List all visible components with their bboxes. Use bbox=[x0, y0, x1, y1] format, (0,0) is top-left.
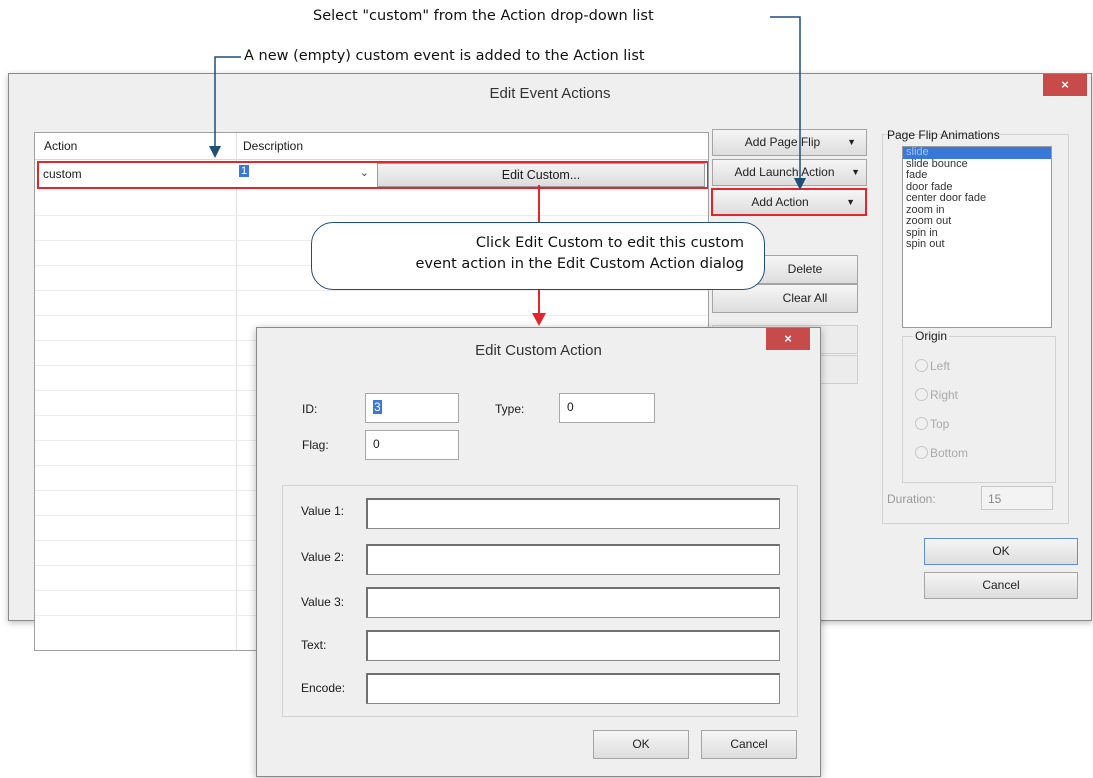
flag-label: Flag: bbox=[302, 438, 329, 452]
value-3-field[interactable] bbox=[366, 587, 780, 618]
column-header-action[interactable]: Action bbox=[44, 139, 77, 153]
dialog-close-button[interactable]: × bbox=[766, 328, 810, 350]
id-value: 3 bbox=[373, 400, 382, 414]
duration-input: 15 bbox=[981, 486, 1053, 510]
grid-header: Action Description bbox=[35, 133, 708, 160]
action-cell: custom bbox=[43, 167, 82, 181]
clear-all-label: Clear All bbox=[782, 291, 828, 305]
add-page-flip-label: Add Page Flip bbox=[744, 135, 821, 149]
grid-line bbox=[35, 215, 708, 216]
ok-button[interactable]: OK bbox=[924, 538, 1078, 565]
list-item[interactable]: slide bbox=[903, 146, 1051, 159]
description-combo[interactable]: 1 ⌄ bbox=[237, 164, 375, 184]
caret-down-icon: ▼ bbox=[847, 137, 856, 147]
text-field[interactable] bbox=[366, 630, 780, 661]
add-page-flip-button[interactable]: Add Page Flip ▼ bbox=[712, 129, 867, 156]
flag-field[interactable]: 0 bbox=[365, 430, 459, 460]
column-divider bbox=[236, 133, 237, 650]
type-field[interactable]: 0 bbox=[559, 393, 655, 423]
annotation-select-custom: Select "custom" from the Action drop-dow… bbox=[313, 8, 654, 24]
list-item[interactable]: spin out bbox=[903, 238, 1051, 251]
list-item[interactable]: fade bbox=[903, 169, 1051, 182]
type-label: Type: bbox=[495, 402, 525, 416]
column-header-description[interactable]: Description bbox=[243, 139, 303, 153]
grid-line bbox=[35, 315, 708, 316]
value-2-field[interactable] bbox=[366, 544, 780, 575]
list-item[interactable]: zoom out bbox=[903, 215, 1051, 228]
page-flip-list[interactable]: slide slide bounce fade door fade center… bbox=[902, 146, 1052, 328]
description-value: 1 bbox=[239, 165, 250, 177]
radio-left[interactable]: Left bbox=[915, 359, 950, 373]
add-action-button[interactable]: Add Action ▼ bbox=[711, 188, 867, 216]
edit-custom-button[interactable]: Edit Custom... bbox=[377, 163, 705, 187]
dialog-cancel-button[interactable]: Cancel bbox=[701, 730, 797, 759]
encode-field[interactable] bbox=[366, 673, 780, 704]
origin-label: Origin bbox=[913, 329, 950, 343]
text-label: Text: bbox=[301, 638, 327, 652]
duration-label: Duration: bbox=[887, 492, 936, 506]
value-1-field[interactable] bbox=[366, 498, 780, 529]
callout-line-2: event action in the Edit Custom Action d… bbox=[415, 256, 744, 272]
table-row[interactable]: custom 1 ⌄ Edit Custom... bbox=[37, 161, 708, 189]
id-field[interactable]: 3 bbox=[365, 393, 459, 423]
encode-label: Encode: bbox=[301, 681, 346, 695]
window-close-button[interactable]: × bbox=[1043, 74, 1087, 96]
callout-line-1: Click Edit Custom to edit this custom bbox=[475, 235, 744, 251]
dialog-ok-button[interactable]: OK bbox=[593, 730, 689, 759]
radio-bottom[interactable]: Bottom bbox=[915, 446, 968, 460]
add-action-label: Add Action bbox=[751, 195, 809, 209]
chevron-down-icon[interactable]: ⌄ bbox=[360, 166, 369, 179]
window-title: Edit Event Actions bbox=[489, 85, 611, 102]
annotation-new-event: A new (empty) custom event is added to t… bbox=[244, 48, 645, 64]
list-item[interactable]: center door fade bbox=[903, 192, 1051, 205]
delete-label: Delete bbox=[787, 262, 823, 276]
cancel-button[interactable]: Cancel bbox=[924, 572, 1078, 599]
caret-down-icon: ▼ bbox=[846, 197, 855, 207]
add-launch-action-label: Add Launch Action bbox=[734, 165, 835, 179]
edit-custom-action-dialog: Edit Custom Action × ID: 3 Type: 0 Flag:… bbox=[256, 327, 821, 777]
edit-custom-callout: Click Edit Custom to edit this custom ev… bbox=[311, 222, 765, 290]
radio-top[interactable]: Top bbox=[915, 417, 949, 431]
dialog-title: Edit Custom Action bbox=[475, 342, 602, 359]
radio-right[interactable]: Right bbox=[915, 388, 958, 402]
value-1-label: Value 1: bbox=[301, 504, 345, 518]
value-2-label: Value 2: bbox=[301, 550, 345, 564]
value-3-label: Value 3: bbox=[301, 595, 345, 609]
caret-down-icon: ▼ bbox=[851, 167, 860, 177]
page-flip-animations-label: Page Flip Animations bbox=[887, 128, 1000, 142]
add-launch-action-button[interactable]: Add Launch Action ▼ bbox=[712, 159, 867, 186]
id-label: ID: bbox=[302, 402, 318, 416]
grid-line bbox=[35, 290, 708, 291]
